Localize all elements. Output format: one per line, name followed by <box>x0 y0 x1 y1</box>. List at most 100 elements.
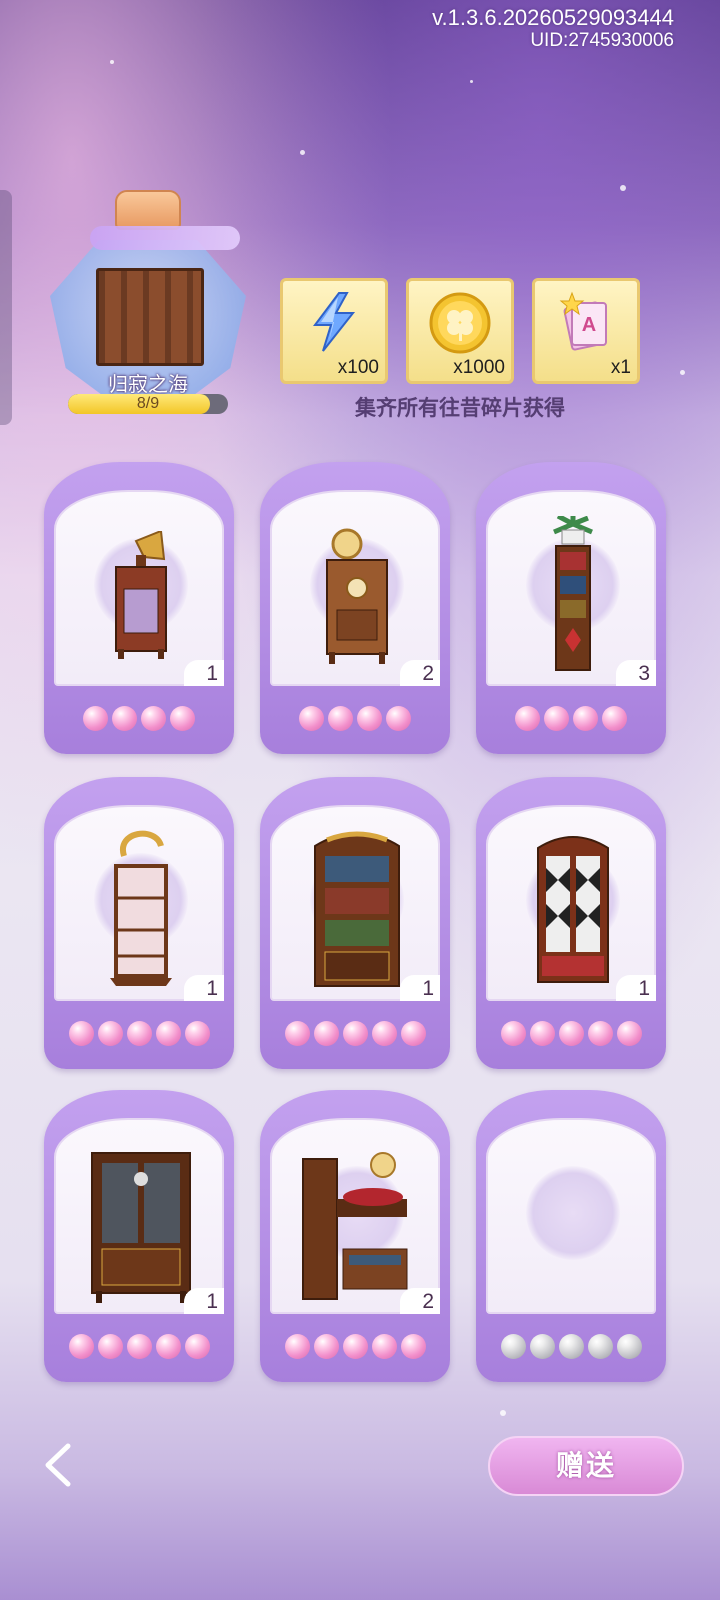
pearl-filled-icon <box>328 706 353 731</box>
pearl-empty-icon <box>587 1334 613 1359</box>
collection-jar[interactable]: 归寂之海 8/9 <box>50 190 250 430</box>
reward-qty: x100 <box>337 357 379 378</box>
pearl-filled-icon <box>97 1021 123 1046</box>
version-text: v.1.3.6.20260529093444 <box>432 5 674 30</box>
pearl-filled-icon <box>126 1021 152 1046</box>
fragment-card[interactable]: 1 <box>44 462 234 754</box>
pearl-filled-icon <box>342 1334 368 1359</box>
card-count-badge: 3 <box>616 660 656 686</box>
ship-model-shelf-icon <box>297 1139 417 1312</box>
diamond-door-wardrobe-icon <box>528 826 618 999</box>
gift-button[interactable]: 赠送 <box>488 1436 684 1496</box>
pearl-filled-icon <box>313 1021 339 1046</box>
pearl-filled-icon <box>184 1334 210 1359</box>
pearl-filled-icon <box>371 1334 397 1359</box>
clock-cabinet-icon <box>317 526 397 670</box>
flower-emblem-icon <box>526 1166 620 1260</box>
pearl-empty-icon <box>558 1334 584 1359</box>
pearl-filled-icon <box>529 1021 555 1046</box>
side-drawer-handle[interactable] <box>0 190 12 425</box>
fragment-card[interactable]: 2 <box>260 462 450 754</box>
glass-display-cabinet-icon <box>86 1139 196 1312</box>
pearl-filled-icon <box>386 706 411 731</box>
star-pearls <box>44 1021 234 1046</box>
card-count-badge: 2 <box>400 660 440 686</box>
star-pearls <box>476 706 666 731</box>
pearl-empty-icon <box>616 1334 642 1359</box>
pearl-filled-icon <box>400 1021 426 1046</box>
card-inner <box>270 1118 440 1314</box>
pearl-filled-icon <box>284 1334 310 1359</box>
fragment-card[interactable]: 3 <box>476 462 666 754</box>
pearl-filled-icon <box>400 1334 426 1359</box>
set-progress-bar: 8/9 <box>68 394 228 414</box>
reward-energy[interactable]: x100 <box>280 278 388 384</box>
star-pearls <box>260 706 450 731</box>
chevron-left-icon <box>45 1443 71 1487</box>
pearl-filled-icon <box>500 1021 526 1046</box>
card-inner <box>486 805 656 1001</box>
tall-bookcase-icon <box>307 826 407 999</box>
card-inner <box>54 1118 224 1314</box>
gramophone-cabinet-icon <box>106 529 176 665</box>
pearl-filled-icon <box>83 706 108 731</box>
pearl-filled-icon <box>515 706 540 731</box>
pearl-filled-icon <box>371 1021 397 1046</box>
reward-coin[interactable]: x1000 <box>406 278 514 384</box>
pearl-filled-icon <box>544 706 569 731</box>
jar-cork-icon <box>115 190 181 230</box>
reward-qty: x1000 <box>453 357 505 378</box>
svg-text:A: A <box>582 314 596 336</box>
pearl-filled-icon <box>587 1021 613 1046</box>
pearl-filled-icon <box>170 706 195 731</box>
fragment-card[interactable]: 1 <box>44 777 234 1069</box>
pearl-empty-icon <box>500 1334 526 1359</box>
plant-tall-bookshelf-icon <box>548 513 598 680</box>
card-count-badge: 1 <box>400 975 440 1001</box>
pearl-filled-icon <box>68 1021 94 1046</box>
pearl-filled-icon <box>126 1334 152 1359</box>
pearl-filled-icon <box>342 1021 368 1046</box>
back-button[interactable] <box>36 1440 80 1490</box>
card-count-badge: 1 <box>184 975 224 1001</box>
pearl-filled-icon <box>155 1021 181 1046</box>
pearl-filled-icon <box>284 1021 310 1046</box>
fragment-card[interactable] <box>476 1090 666 1382</box>
pearl-filled-icon <box>299 706 324 731</box>
lightning-energy-icon <box>309 291 359 357</box>
bookshelf-icon <box>96 268 204 366</box>
pearl-filled-icon <box>558 1021 584 1046</box>
reward-card-pack[interactable]: A x1 <box>532 278 640 384</box>
pearl-empty-icon <box>529 1334 555 1359</box>
star-pearls <box>44 706 234 731</box>
fragment-card[interactable]: 1 <box>44 1090 234 1382</box>
star-pearls <box>260 1334 450 1359</box>
version-info: v.1.3.6.20260529093444 UID:2745930006 <box>432 6 674 52</box>
card-inner <box>54 490 224 686</box>
fragment-card[interactable]: 1 <box>260 777 450 1069</box>
card-inner <box>270 490 440 686</box>
pearl-filled-icon <box>112 706 137 731</box>
card-inner <box>486 1118 656 1314</box>
pearl-filled-icon <box>155 1334 181 1359</box>
star-pearls <box>44 1334 234 1359</box>
card-count-badge: 1 <box>184 1288 224 1314</box>
card-inner <box>270 805 440 1001</box>
set-name: 归寂之海 <box>108 372 188 396</box>
reward-qty: x1 <box>610 357 631 378</box>
jar-ribbon <box>90 226 240 250</box>
star-pearls <box>260 1021 450 1046</box>
pearl-filled-icon <box>313 1334 339 1359</box>
card-inner <box>54 805 224 1001</box>
pearl-filled-icon <box>68 1334 94 1359</box>
card-count-badge: 2 <box>400 1288 440 1314</box>
pearl-filled-icon <box>184 1021 210 1046</box>
fragment-card[interactable]: 1 <box>476 777 666 1069</box>
card-inner <box>486 490 656 686</box>
fragment-card[interactable]: 2 <box>260 1090 450 1382</box>
star-pearls <box>476 1334 666 1359</box>
curio-display-shelf-icon <box>106 826 176 999</box>
pearl-filled-icon <box>573 706 598 731</box>
set-progress-text: 8/9 <box>136 395 160 412</box>
star-pearls <box>476 1021 666 1046</box>
